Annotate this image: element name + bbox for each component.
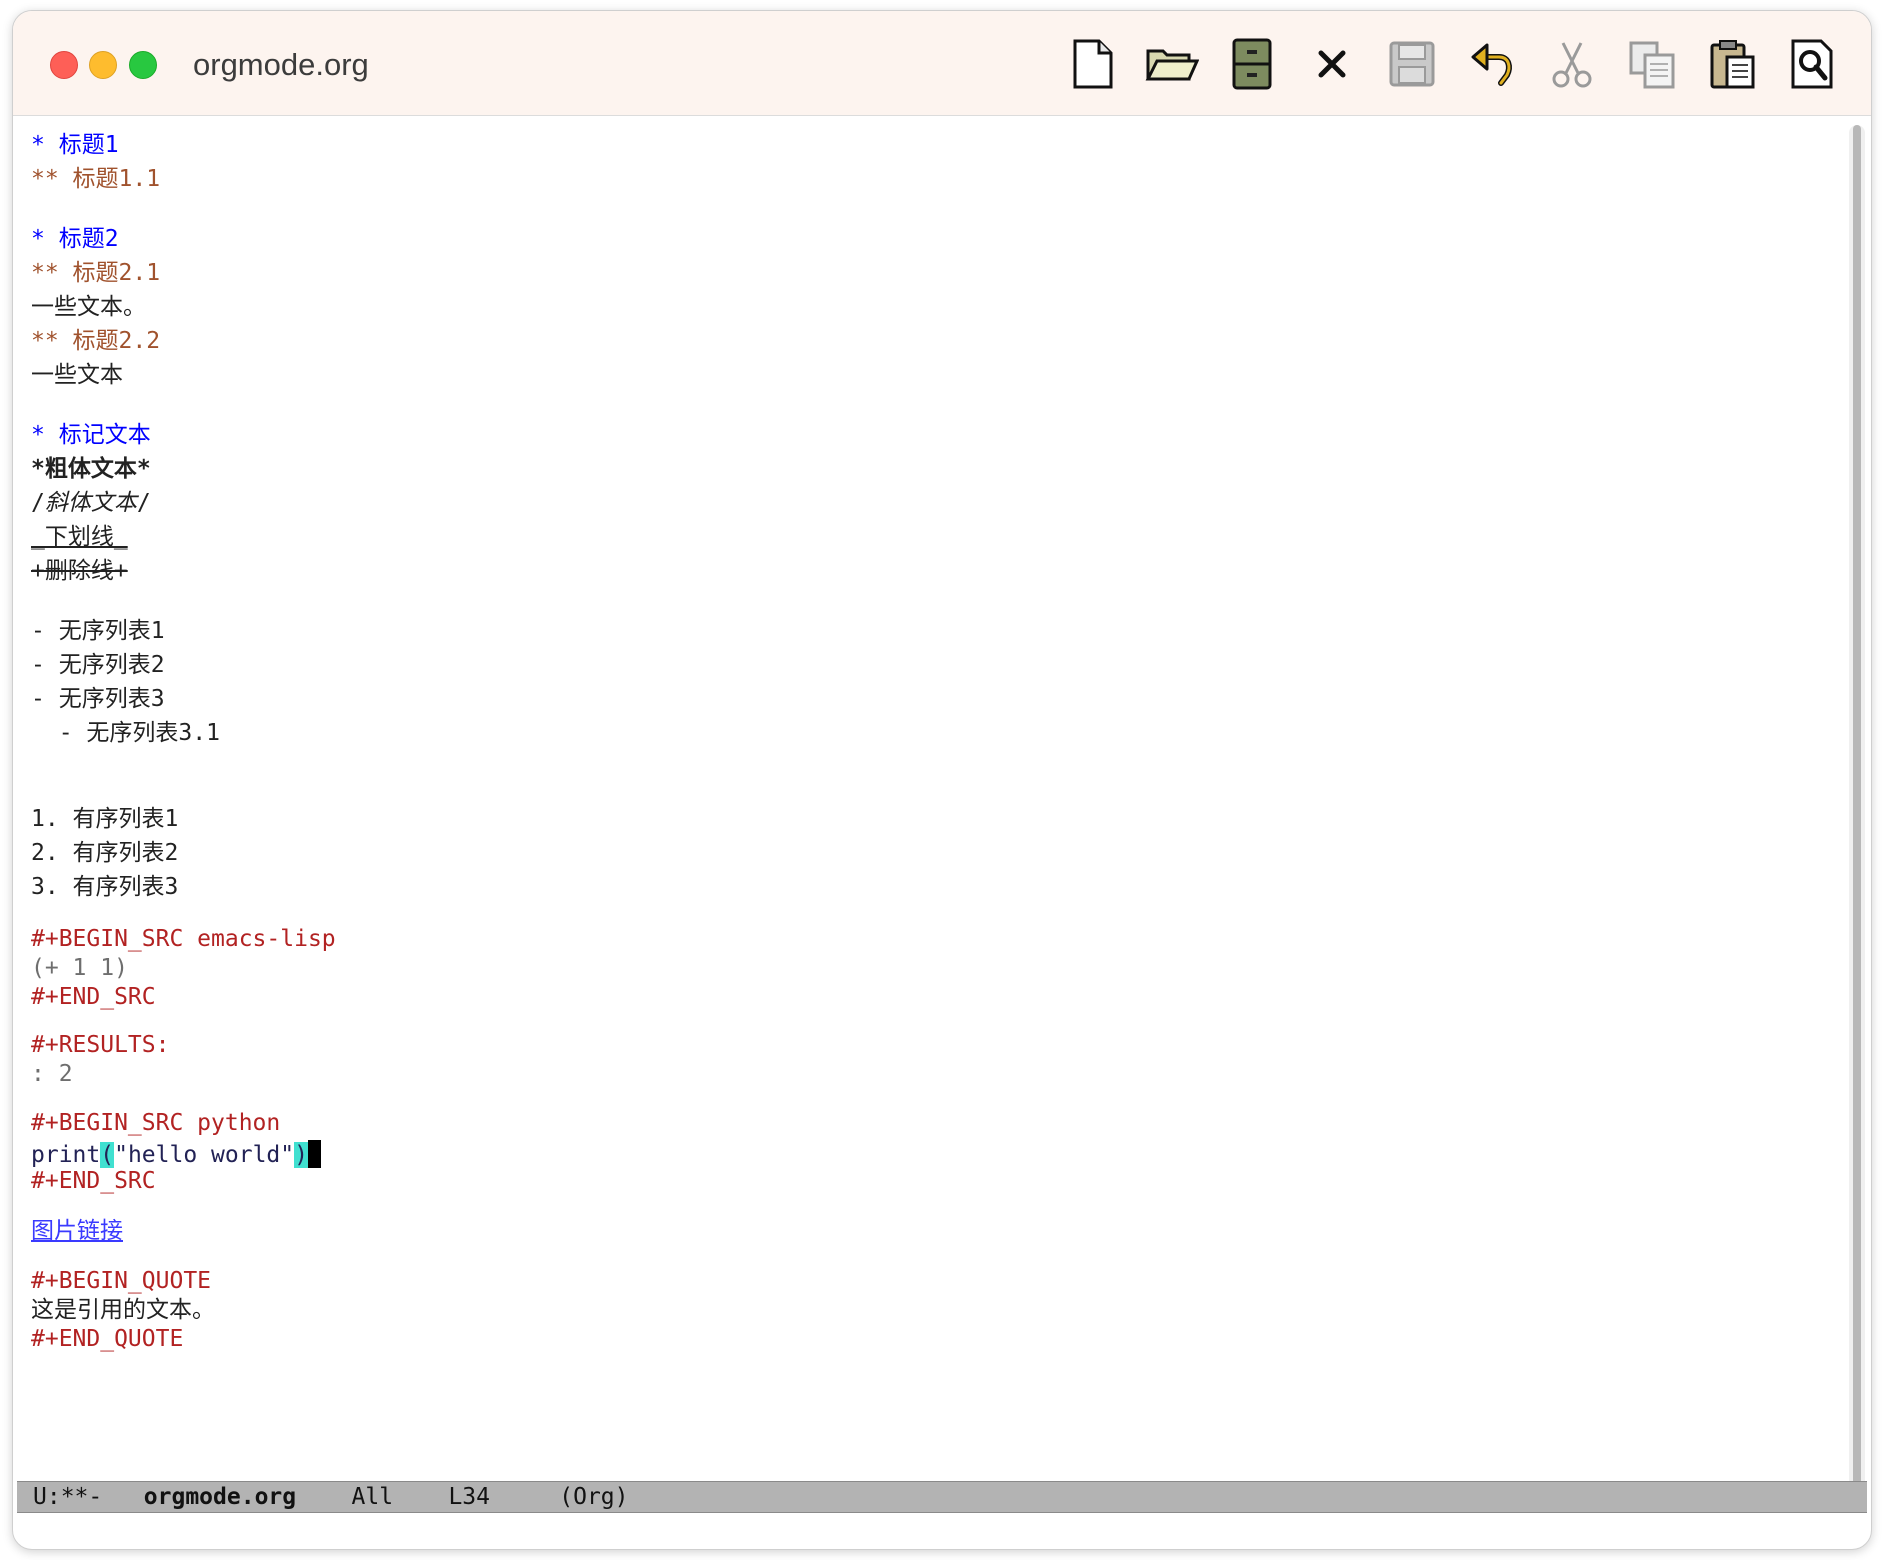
quote-text: 这是引用的文本。 xyxy=(31,1297,215,1323)
italic-marker: / xyxy=(31,490,45,516)
heading-1[interactable]: * 标题2 xyxy=(31,222,1841,256)
results-value: : 2 xyxy=(31,1061,73,1087)
minimize-window-button[interactable] xyxy=(89,51,117,79)
emacs-window: orgmode.org * 标题1 ** 标题1.1 * 标题2 ** 标题2.… xyxy=(12,10,1872,1550)
undo-button[interactable] xyxy=(1463,35,1521,93)
image-link[interactable]: 图片链接 xyxy=(31,1214,1841,1248)
close-buffer-button[interactable] xyxy=(1303,35,1361,93)
ordered-list-item: 3. 有序列表3 xyxy=(31,874,179,900)
vertical-scrollbar[interactable] xyxy=(1849,125,1865,1493)
title-bar: orgmode.org xyxy=(13,11,1871,116)
new-file-icon xyxy=(1073,39,1113,89)
cut-icon xyxy=(1552,42,1592,88)
heading-2[interactable]: ** 标题2.2 xyxy=(31,324,1841,358)
open-file-button[interactable] xyxy=(1143,35,1201,93)
save-button[interactable] xyxy=(1383,35,1441,93)
ordered-list-item: 1. 有序列表1 xyxy=(31,806,179,832)
new-file-button[interactable] xyxy=(1063,35,1121,93)
modeline-position: All xyxy=(351,1484,394,1510)
mode-line: U:**- orgmode.org All L34 (Org) xyxy=(17,1481,1867,1513)
scrollbar-thumb[interactable] xyxy=(1853,125,1861,1493)
save-icon xyxy=(1389,41,1435,87)
paste-button[interactable] xyxy=(1703,35,1761,93)
body-text: 一些文本 xyxy=(31,362,123,388)
src-block-body: (+ 1 1) xyxy=(31,955,128,981)
modeline-line: L34 xyxy=(448,1484,490,1510)
underline-text: _下划线_ xyxy=(31,524,128,550)
quote-block-begin: #+BEGIN_QUOTE xyxy=(31,1268,212,1294)
copy-icon xyxy=(1629,41,1675,89)
src-block-begin: #+BEGIN_SRC python xyxy=(31,1110,281,1136)
body-text: 一些文本。 xyxy=(31,294,146,320)
search-button[interactable] xyxy=(1783,35,1841,93)
italic-text: 斜体文本 xyxy=(44,490,137,516)
quote-block-end: #+END_QUOTE xyxy=(31,1326,184,1352)
toolbar xyxy=(1041,35,1841,95)
cut-button[interactable] xyxy=(1543,35,1601,93)
matching-paren: ) xyxy=(294,1142,308,1168)
modeline-buffer-name[interactable]: orgmode.org xyxy=(144,1484,296,1510)
unordered-list-item: - 无序列表2 xyxy=(31,652,165,678)
copy-button[interactable] xyxy=(1623,35,1681,93)
nested-list-item: - 无序列表3.1 xyxy=(31,720,220,746)
modeline-status: U:**- xyxy=(33,1484,103,1510)
heading-2[interactable]: ** 标题2.1 xyxy=(31,256,1841,290)
close-buffer-icon xyxy=(1318,50,1346,78)
undo-icon xyxy=(1471,43,1512,86)
search-icon xyxy=(1791,39,1833,89)
org-buffer[interactable]: * 标题1 ** 标题1.1 * 标题2 ** 标题2.1 一些文本。 ** 标… xyxy=(13,116,1841,1515)
unordered-list-item: - 无序列表3 xyxy=(31,686,165,712)
src-block-end: #+END_SRC xyxy=(31,984,156,1010)
italic-line: /斜体文本/ xyxy=(31,486,1841,520)
src-block-begin: #+BEGIN_SRC emacs-lisp xyxy=(31,926,336,952)
italic-marker: / xyxy=(136,490,151,516)
unordered-list-item: - 无序列表1 xyxy=(31,618,165,644)
maximize-window-button[interactable] xyxy=(129,51,157,79)
strikethrough-text: +删除线+ xyxy=(31,558,128,584)
dired-cabinet-icon xyxy=(1232,38,1272,90)
paste-icon xyxy=(1710,40,1755,89)
minibuffer[interactable] xyxy=(17,1515,1867,1545)
open-folder-icon xyxy=(1145,49,1199,81)
dired-button[interactable] xyxy=(1223,35,1281,93)
modeline-mode[interactable]: (Org) xyxy=(559,1484,628,1510)
text-cursor xyxy=(307,1140,321,1168)
close-window-button[interactable] xyxy=(50,51,78,79)
heading-2[interactable]: ** 标题1.1 xyxy=(31,162,1841,196)
window-title: orgmode.org xyxy=(193,47,369,82)
results-keyword: #+RESULTS: xyxy=(31,1032,170,1058)
src-code-line: print("hello world") xyxy=(31,1140,1841,1168)
heading-1[interactable]: * 标记文本 xyxy=(31,418,1841,452)
heading-1[interactable]: * 标题1 xyxy=(31,128,1841,162)
bold-text: *粗体文本* xyxy=(31,456,151,482)
ordered-list-item: 2. 有序列表2 xyxy=(31,840,179,866)
src-block-end: #+END_SRC xyxy=(31,1168,156,1194)
